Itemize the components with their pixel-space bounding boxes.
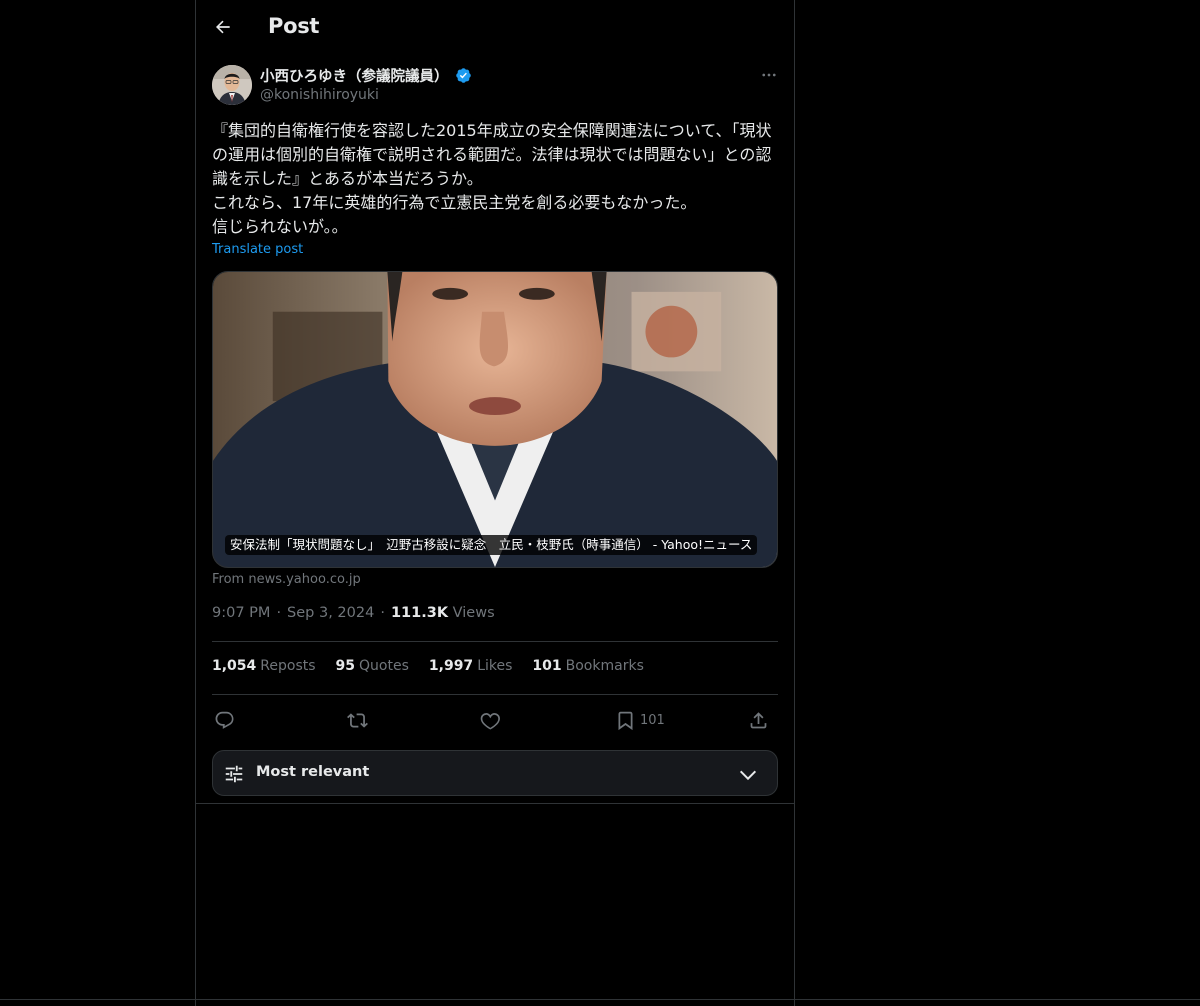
author-handle[interactable]: @konishihiroyuki [260, 87, 379, 103]
sort-label: Most relevant [256, 764, 370, 780]
primary-column: Post 小西ひろゆき（参議院議員） @konishihiroyuki 『集団的… [195, 0, 795, 1006]
quotes-label: Quotes [359, 658, 409, 674]
repost-icon [347, 712, 368, 728]
views-count: 111.3K [390, 605, 449, 621]
reply-icon [215, 711, 234, 729]
repost-button[interactable] [347, 704, 368, 736]
reply-sort-dropdown[interactable]: Most relevant [212, 750, 778, 796]
verified-badge-icon[interactable] [455, 67, 472, 84]
more-horizontal-icon [762, 73, 776, 77]
author-name[interactable]: 小西ひろゆき（参議院議員） [260, 65, 449, 86]
reply-button[interactable] [214, 704, 235, 736]
reposts-count: 1,054 [212, 658, 257, 674]
views-label: Views [452, 605, 495, 621]
bookmark-button[interactable]: 101 [615, 704, 665, 736]
avatar-image [212, 65, 252, 105]
divider [212, 694, 778, 695]
avatar[interactable] [212, 65, 252, 105]
reposts-stat[interactable]: 1,054 Reposts [212, 658, 316, 674]
likes-label: Likes [477, 658, 513, 674]
sliders-icon [225, 765, 243, 783]
chevron-down-icon [739, 770, 757, 781]
like-button[interactable] [480, 704, 501, 736]
engagement-stats: 1,054 Reposts 95 Quotes 1,997 Likes 101 Book… [212, 658, 644, 674]
likes-stat[interactable]: 1,997 Likes [429, 658, 513, 674]
post-text: 『集団的自衛権行使を容認した2015年成立の安全保障関連法について、「現状の運用… [212, 121, 772, 236]
share-button[interactable] [748, 704, 769, 736]
card-thumbnail-image [213, 272, 777, 567]
bookmark-icon [618, 711, 633, 730]
quotes-count: 95 [335, 658, 356, 674]
arrow-left-icon [216, 20, 230, 34]
more-options-button[interactable] [756, 62, 782, 88]
divider [212, 641, 778, 642]
card-source[interactable]: From news.yahoo.co.jp [212, 572, 361, 587]
post-meta: 9:07 PM · Sep 3, 2024 · 111.3K Views [212, 605, 495, 621]
card-caption: 安保法制「現状問題なし」 辺野古移設に疑念 立民・枝野氏（時事通信） - Yah… [225, 535, 758, 555]
post-time[interactable]: 9:07 PM [212, 605, 270, 621]
likes-count: 1,997 [428, 658, 474, 674]
page-title: Post [268, 14, 320, 38]
bookmarks-count: 101 [532, 658, 562, 674]
views-stat[interactable]: 111.3K Views [391, 605, 495, 621]
reposts-label: Reposts [260, 658, 316, 674]
meta-separator: · [380, 605, 385, 621]
translate-post-link[interactable]: Translate post [212, 242, 303, 257]
bookmarks-label: Bookmarks [565, 658, 644, 674]
meta-separator: · [276, 605, 282, 621]
quotes-stat[interactable]: 95 Quotes [336, 658, 409, 674]
bookmark-count: 101 [640, 712, 665, 728]
bottom-divider [0, 999, 1200, 1000]
author-name-row: 小西ひろゆき（参議院議員） [260, 65, 472, 85]
like-icon [480, 712, 500, 729]
section-divider [196, 803, 794, 804]
page-header: Post [196, 0, 794, 54]
action-bar: 101 [212, 704, 778, 736]
post-date[interactable]: Sep 3, 2024 [287, 605, 374, 621]
link-preview-card[interactable]: 安保法制「現状問題なし」 辺野古移設に疑念 立民・枝野氏（時事通信） - Yah… [212, 271, 778, 568]
bookmarks-stat[interactable]: 101 Bookmarks [532, 658, 643, 674]
back-button[interactable] [206, 10, 240, 44]
share-icon [750, 711, 767, 728]
